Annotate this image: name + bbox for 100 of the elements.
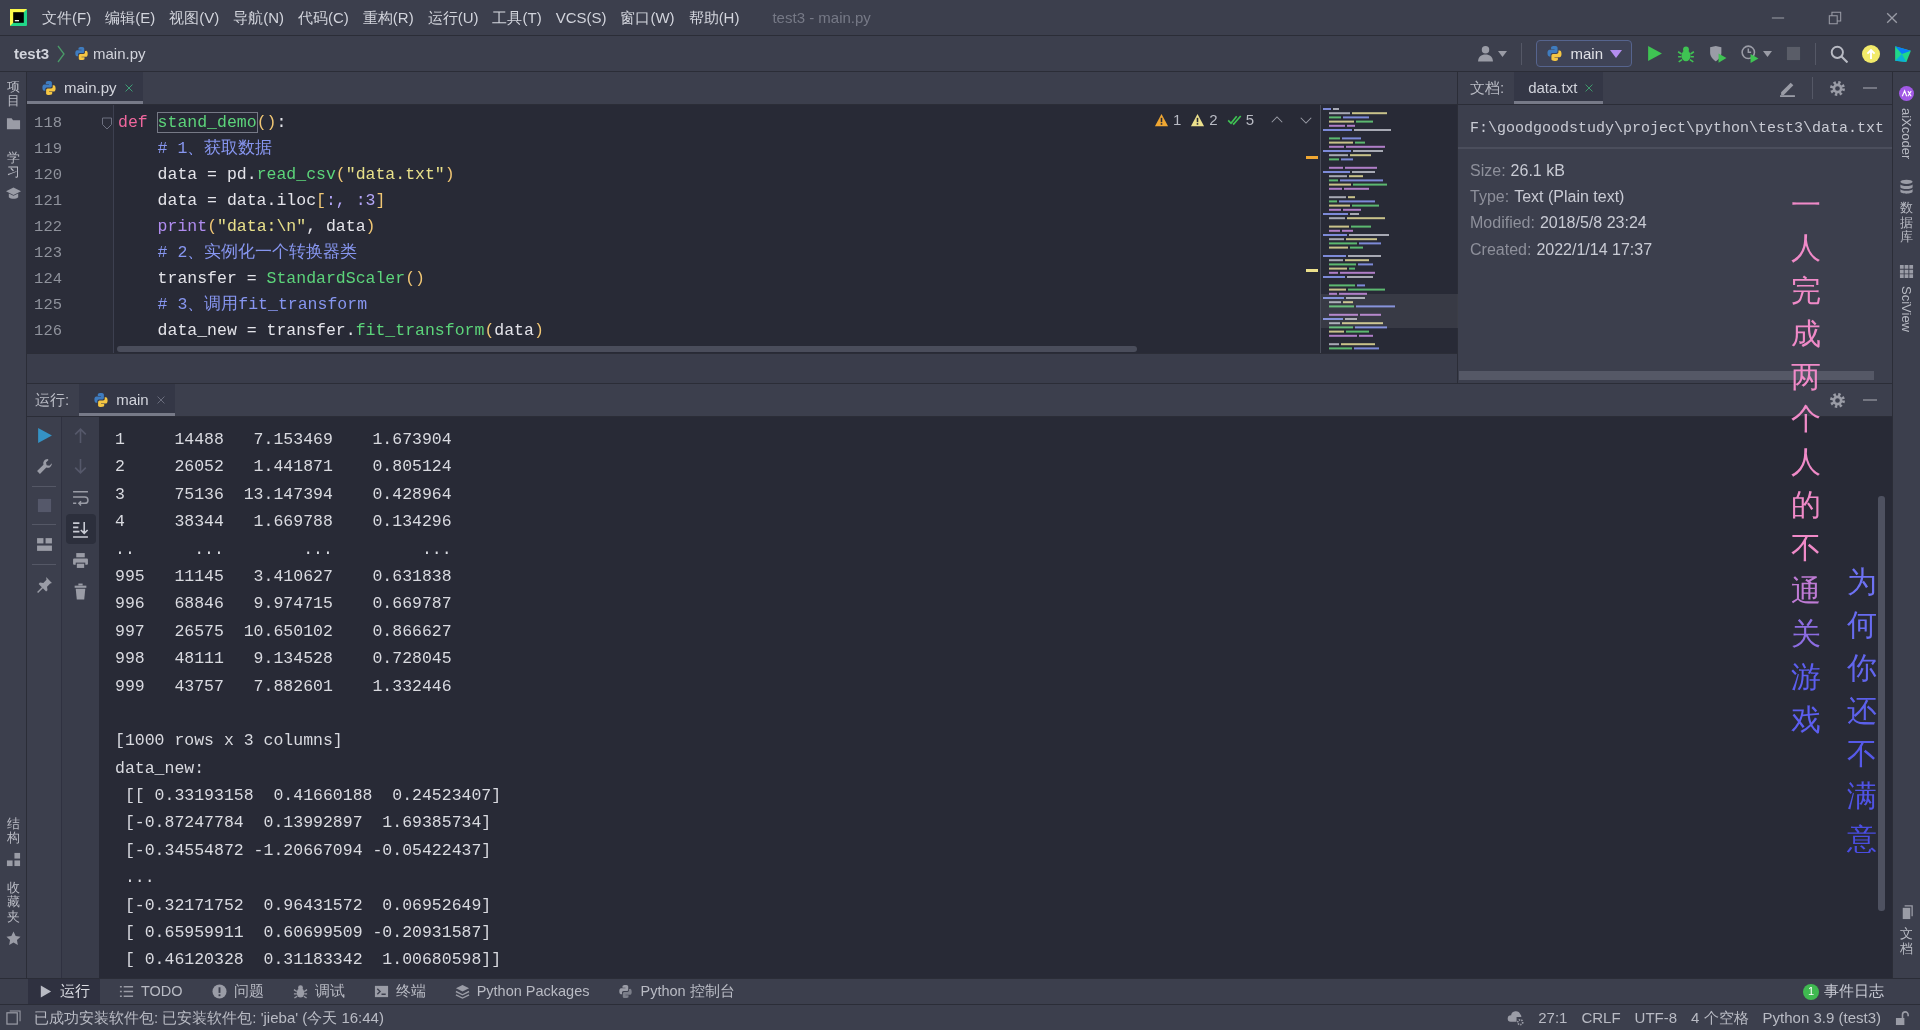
wrench-icon[interactable] (35, 458, 53, 475)
status-item[interactable]: 27:1 (1538, 1008, 1568, 1027)
menu-item[interactable]: 视图(V) (162, 8, 227, 27)
caret-icon[interactable] (1498, 50, 1508, 57)
status-item[interactable]: CRLF (1581, 1008, 1621, 1027)
layers-icon (454, 984, 470, 999)
double-check-icon[interactable] (1226, 113, 1242, 127)
warning-icon[interactable] (1190, 113, 1206, 127)
run-icon[interactable] (1646, 45, 1663, 62)
clock-play-icon[interactable] (1741, 44, 1759, 63)
close-icon[interactable] (1884, 10, 1899, 25)
fold-marker-icon[interactable] (101, 116, 113, 130)
console-line: 996 68846 9.974715 0.669787 (115, 593, 452, 616)
tool-window-tab[interactable]: 终端 (363, 979, 436, 1004)
code-line: data_new = transfer.fit_transform(data) (156, 320, 544, 342)
shield-play-icon[interactable] (1709, 44, 1727, 63)
polygon-logo-icon[interactable] (1894, 44, 1912, 63)
pin-icon[interactable] (35, 576, 53, 593)
console-line: data_new: (115, 757, 205, 780)
warning-marker-icon (1306, 156, 1318, 159)
settings-icon[interactable] (1829, 391, 1846, 409)
menu-item[interactable]: 代码(C) (291, 8, 356, 27)
tool-window-tab[interactable]: 问题 (201, 979, 274, 1004)
menu-item[interactable]: 工具(T) (485, 8, 549, 27)
menu-item[interactable]: 编辑(E) (98, 8, 163, 27)
python-icon (93, 392, 110, 408)
menu-item[interactable]: 文件(F) (35, 8, 99, 27)
menu-item[interactable]: 重构(R) (355, 8, 421, 27)
star-icon (5, 931, 21, 946)
line-number: 122 (33, 217, 62, 237)
window-title: test3 - main.py (772, 8, 871, 27)
tool-window-button[interactable]: aiXcoder (1893, 84, 1920, 162)
menu-item[interactable]: 帮助(H) (681, 8, 747, 27)
update-icon[interactable] (1862, 44, 1880, 63)
line-number: 123 (33, 243, 62, 263)
console-line: 2 26052 1.441871 0.805124 (115, 456, 452, 479)
settings-icon[interactable] (1829, 79, 1846, 97)
bug-icon[interactable] (1677, 44, 1695, 63)
tool-window-button[interactable]: 学习 (0, 148, 26, 204)
info-label: Type: (1470, 187, 1510, 207)
notification-badge: 1 (1803, 983, 1819, 1000)
python-icon (1546, 45, 1564, 62)
tool-window-button[interactable]: 结构 (0, 814, 26, 870)
tool-window-button[interactable]: 收藏夹 (0, 879, 26, 948)
tool-window-button[interactable]: 项目 (0, 78, 26, 133)
editor-tab[interactable]: main.py (27, 72, 143, 104)
run-tab[interactable]: main (79, 384, 175, 416)
inspection-count[interactable]: 2 (1209, 111, 1218, 129)
close-icon[interactable] (1584, 83, 1595, 93)
trash-icon[interactable] (72, 583, 89, 600)
console-line: .. ... ... ... (115, 538, 452, 561)
tool-window-button[interactable]: 数据库 (1893, 177, 1920, 247)
layout-icon[interactable] (35, 536, 53, 553)
line-number: 124 (33, 269, 62, 289)
folder-icon (5, 115, 21, 131)
event-log-button[interactable]: 事件日志 (1824, 982, 1884, 1001)
tool-window-tab[interactable]: 运行 (28, 979, 100, 1004)
tool-window-tab[interactable]: Python 控制台 (608, 979, 745, 1004)
squares-icon[interactable] (6, 1010, 21, 1025)
line-number: 121 (33, 191, 62, 211)
inspection-count[interactable]: 1 (1172, 111, 1182, 129)
breadcrumb-item[interactable]: main.py (93, 44, 146, 63)
info-value: 2022/1/14 17:37 (1536, 239, 1653, 259)
user-icon[interactable] (1477, 45, 1495, 62)
warning-marker-icon (1306, 269, 1318, 272)
rerun-icon[interactable] (35, 427, 53, 444)
scrollbar-thumb[interactable] (1878, 496, 1885, 911)
printer-icon[interactable] (72, 552, 89, 569)
tool-window-button[interactable]: SciView (1893, 262, 1920, 335)
search-icon[interactable] (1830, 44, 1848, 63)
close-icon[interactable] (155, 395, 166, 405)
code-line: print("data:\n", data) (156, 216, 376, 238)
breadcrumb-item[interactable]: test3 (14, 44, 50, 63)
tool-window-tab[interactable]: Python Packages (444, 979, 600, 1004)
scroll-to-end-button[interactable] (65, 514, 96, 544)
console-line: 4 38344 1.669788 0.134296 (115, 511, 452, 534)
caret-icon[interactable] (1763, 50, 1772, 57)
status-item[interactable]: 4 个空格 (1691, 1008, 1749, 1027)
documentation-tab[interactable]: data.txt (1514, 72, 1604, 104)
tool-window-tab[interactable]: TODO (109, 979, 193, 1004)
run-configuration-dropdown[interactable]: main (1536, 40, 1632, 67)
scrollbar-thumb[interactable] (117, 346, 1137, 352)
close-icon[interactable] (123, 83, 134, 93)
code-line: transfer = StandardScaler() (156, 268, 425, 290)
lyrics-text: 为何你还不满意 (1847, 563, 1877, 859)
status-item[interactable]: Python 3.9 (test3) (1762, 1008, 1881, 1027)
tool-window-button[interactable]: 文档 (1893, 903, 1920, 958)
padlock-icon[interactable] (1895, 1009, 1910, 1026)
warning-icon[interactable] (1153, 113, 1169, 127)
restore-icon[interactable] (1827, 10, 1842, 25)
status-item[interactable]: UTF-8 (1634, 1008, 1678, 1027)
menu-item[interactable]: 导航(N) (226, 8, 291, 27)
cloud-gear-icon[interactable] (1507, 1009, 1525, 1026)
menu-item[interactable]: 窗口(W) (613, 8, 682, 27)
tool-window-tab[interactable]: 调试 (282, 979, 355, 1004)
soft-wrap-icon[interactable] (72, 489, 89, 506)
inspection-count[interactable]: 5 (1245, 111, 1254, 129)
menu-item[interactable]: 运行(U) (420, 8, 486, 27)
menu-item[interactable]: VCS(S) (548, 8, 614, 27)
console-line: [-0.32171752 0.96431572 0.06952649] (123, 894, 492, 917)
